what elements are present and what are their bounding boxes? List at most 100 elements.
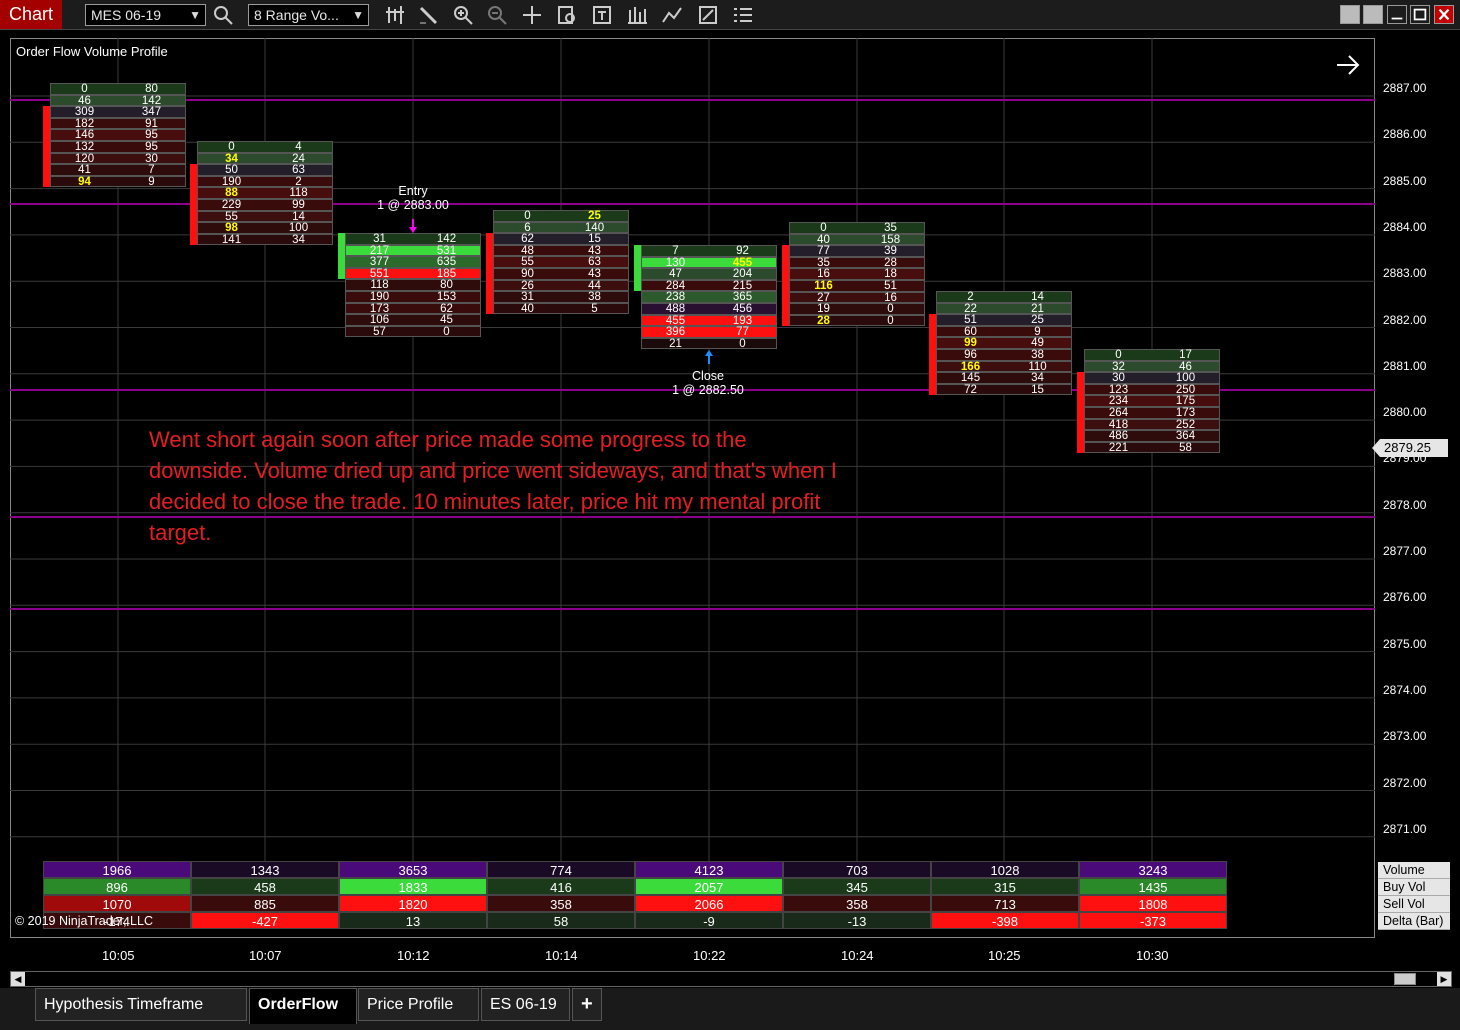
price-level-row: 94 9 — [50, 175, 186, 188]
buy-volume-cell: 1833 — [339, 878, 487, 895]
price-level-row: 190 153 — [345, 291, 481, 303]
buy-volume-cell: 175 — [1175, 395, 1196, 408]
instrument-selector[interactable]: MES 06-19 ▼ — [85, 4, 206, 26]
delta-cell: -373 — [1079, 912, 1227, 929]
buy-volume-cell: 140 — [584, 221, 605, 234]
bar-style-icon[interactable] — [383, 4, 407, 26]
sell-volume-cell: 488 — [665, 303, 686, 315]
price-level-row: 51 25 — [936, 314, 1072, 326]
maximize-icon[interactable] — [1410, 5, 1430, 24]
sell-volume-cell: 173 — [369, 302, 390, 315]
close-marker-icon[interactable] — [704, 350, 714, 364]
buy-volume-cell: 185 — [436, 267, 457, 280]
chevron-down-icon: ▼ — [189, 8, 201, 22]
price-level-row: 145 34 — [936, 372, 1072, 384]
price-axis-label: 2880.00 — [1383, 405, 1427, 420]
search-icon[interactable] — [212, 4, 236, 26]
price-axis-label: 2886.00 — [1383, 127, 1427, 142]
chart-annotation-text[interactable]: Went short again soon after price made s… — [149, 424, 849, 548]
sell-volume-cell: 26 — [521, 279, 534, 292]
price-level-row: 88 118 — [197, 187, 333, 199]
bar-type-label: 8 Range Vo... — [254, 7, 339, 23]
sell-volume-cell: 123 — [1108, 383, 1129, 396]
tab-hypothesis-timeframe[interactable]: Hypothesis Timeframe — [35, 988, 247, 1021]
price-level-row: 47 204 — [641, 268, 777, 280]
buy-volume-cell: 25 — [1031, 314, 1044, 327]
buy-volume-cell: 95 — [145, 141, 158, 153]
buy-volume-cell: 15 — [588, 233, 601, 246]
tab-orderflow[interactable]: OrderFlow — [249, 988, 357, 1024]
close-icon[interactable] — [1434, 5, 1454, 24]
sell-volume-cell: 141 — [221, 233, 242, 246]
chart-trader-icon[interactable] — [555, 4, 579, 26]
sell-volume-cell: 264 — [1108, 407, 1129, 419]
sell-volume-cell: 22 — [964, 302, 977, 315]
price-level-row: 182 91 — [50, 117, 186, 130]
scroll-right-icon[interactable]: ▶ — [1437, 972, 1451, 986]
properties-icon[interactable] — [590, 4, 614, 26]
buy-volume-cell: 49 — [1031, 337, 1044, 350]
buy-volume-cell: 43 — [588, 244, 601, 257]
tab-es-06-19[interactable]: ES 06-19 — [481, 988, 570, 1021]
price-level-row: 0 80 — [50, 83, 186, 95]
statistics-legend-item: Delta (Bar) — [1378, 913, 1450, 930]
scroll-left-icon[interactable]: ◀ — [11, 972, 25, 986]
price-level-row: 0 35 — [789, 222, 925, 234]
zoom-in-icon[interactable] — [451, 4, 475, 26]
delta-cell: 13 — [339, 912, 487, 929]
price-level-row: 48 43 — [493, 244, 629, 257]
buy-volume-cell: 458 — [191, 878, 339, 895]
bar-type-selector[interactable]: 8 Range Vo... ▼ — [248, 4, 369, 26]
sell-volume-cell: 57 — [373, 325, 386, 338]
data-box-icon[interactable] — [625, 4, 649, 26]
sell-volume-cell: 16 — [817, 268, 830, 281]
sell-volume-cell: 486 — [1108, 430, 1129, 443]
price-axis[interactable]: 2887.00 2886.00 2885.00 2884.00 2883.00 2882.… — [1376, 38, 1452, 938]
sell-volume-cell: 284 — [665, 279, 686, 292]
price-level-row: 60 9 — [936, 325, 1072, 338]
sell-volume-cell: 551 — [369, 267, 390, 280]
sell-volume-cell: 130 — [665, 256, 686, 269]
sell-volume-cell: 51 — [964, 314, 977, 327]
scroll-thumb[interactable] — [1394, 973, 1416, 985]
price-level-row: 396 77 — [641, 326, 777, 338]
arrow-right-icon[interactable] — [1334, 52, 1362, 78]
add-tab-button[interactable]: + — [572, 988, 602, 1021]
strategy-icon[interactable] — [660, 4, 684, 26]
buy-volume-cell: 345 — [783, 878, 931, 895]
sell-volume-cell: 62 — [521, 233, 534, 246]
price-axis-label: 2881.00 — [1383, 358, 1427, 373]
templates-icon[interactable] — [731, 4, 755, 26]
sell-volume-cell: 35 — [817, 256, 830, 269]
price-level-row: 46 142 — [50, 94, 186, 106]
draw-tool-icon[interactable] — [417, 4, 441, 26]
horizontal-scrollbar[interactable]: ◀ ▶ — [10, 971, 1452, 987]
price-level-row: 238 365 — [641, 291, 777, 303]
minimize-icon[interactable] — [1387, 5, 1407, 24]
entry-marker-icon[interactable] — [408, 219, 418, 233]
chart-title-tab[interactable]: Chart — [0, 0, 62, 29]
buy-volume-cell: 7 — [148, 164, 155, 177]
link2-icon[interactable] — [1363, 5, 1383, 24]
zoom-out-icon[interactable] — [485, 4, 509, 26]
close-detail: 1 @ 2882.50 — [672, 383, 744, 397]
buy-volume-cell: 455 — [732, 256, 753, 269]
sell-volume-cell: 77 — [817, 245, 830, 258]
buy-volume-cell: 92 — [736, 245, 749, 257]
price-level-row: 221 58 — [1084, 441, 1220, 454]
tab-price-profile[interactable]: Price Profile — [358, 988, 479, 1021]
crosshair-icon[interactable] — [520, 4, 544, 26]
link-icon[interactable] — [1340, 5, 1360, 24]
sell-volume-cell: 88 — [225, 187, 238, 200]
buy-volume-cell: 39 — [884, 245, 897, 258]
price-axis-label: 2871.00 — [1383, 821, 1427, 836]
price-level-row: 31 38 — [493, 291, 629, 303]
delta-cell: 58 — [487, 912, 635, 929]
sell-volume-cell: 221 — [1108, 441, 1129, 454]
buy-volume-cell: 142 — [436, 233, 457, 245]
buy-volume-cell: 635 — [436, 256, 457, 269]
indicators-icon[interactable] — [696, 4, 720, 26]
price-level-row: 26 44 — [493, 279, 629, 292]
volume-cell: 3243 — [1079, 861, 1227, 878]
price-axis-label: 2882.00 — [1383, 312, 1427, 327]
